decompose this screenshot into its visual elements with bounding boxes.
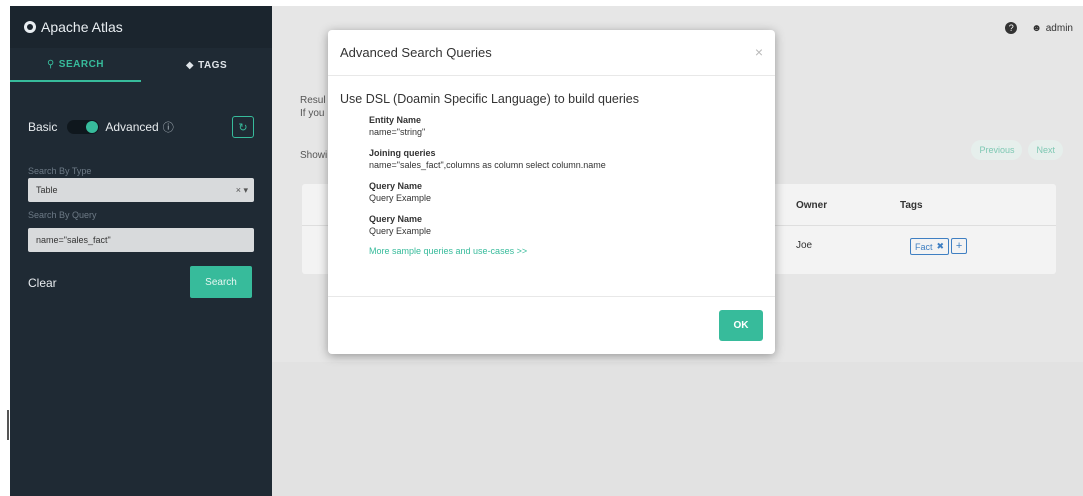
search-by-query-value: name="sales_fact" (36, 235, 111, 245)
user-icon: ☻ (1031, 22, 1042, 34)
tags-column-header[interactable]: Tags (900, 200, 923, 211)
add-tag-icon[interactable]: + (951, 238, 968, 254)
basic-label: Basic (28, 120, 58, 134)
previous-button[interactable]: Previous (971, 140, 1023, 160)
help-icon[interactable]: ? (1005, 22, 1018, 34)
remove-tag-icon[interactable]: ✖ (937, 241, 945, 252)
atlas-logo-icon (24, 21, 36, 33)
brand[interactable]: Apache Atlas (10, 6, 272, 48)
sidebar: Apache Atlas ⚲ SEARCH ◆ TAGS Basic Advan… (10, 6, 272, 496)
owner-cell: Joe (796, 240, 813, 251)
modal-title: Advanced Search Queries (340, 45, 492, 60)
query-entry: Joining queries name="sales_fact",column… (369, 147, 763, 171)
empty-content-area (272, 362, 1083, 496)
search-by-type-select[interactable]: Table × ▾ (28, 178, 254, 202)
sidebar-tabs: ⚲ SEARCH ◆ TAGS (10, 48, 272, 82)
user-name: admin (1045, 22, 1073, 34)
query-entry-name: Query Name (369, 181, 423, 191)
tags-cell: Fact ✖ + (910, 238, 968, 255)
results-line-2: If you (300, 108, 325, 119)
select-clear-and-caret-icon[interactable]: × ▾ (236, 185, 248, 196)
modal-intro: Use DSL (Doamin Specific Language) to bu… (340, 92, 640, 106)
search-button[interactable]: Search (190, 266, 252, 298)
refresh-button[interactable]: ↻ (232, 116, 254, 138)
modal-footer: OK (328, 296, 775, 354)
tag-chip[interactable]: Fact ✖ (910, 238, 950, 255)
close-icon[interactable]: × (755, 44, 763, 60)
more-samples-link[interactable]: More sample queries and use-cases >> (369, 246, 763, 256)
tag-label: Fact (915, 241, 933, 252)
window-edge (0, 0, 10, 496)
query-entry: Entity Name name="string" (369, 114, 763, 138)
query-entry-value: name="string" (369, 127, 426, 137)
pager: Previous Next (965, 140, 1063, 160)
mode-switch[interactable] (67, 120, 100, 134)
query-entry-name: Entity Name (369, 115, 422, 125)
search-by-type-label: Search By Type (28, 166, 92, 176)
query-entry: Query Name Query Example (369, 213, 763, 237)
clear-link[interactable]: Clear (28, 276, 57, 290)
tab-search-label: SEARCH (58, 58, 105, 70)
query-entry-name: Joining queries (369, 148, 436, 158)
search-by-type-value: Table (36, 185, 58, 195)
results-text: Resul If you (300, 94, 326, 120)
query-entry: Query Name Query Example (369, 180, 763, 204)
advanced-label: Advanced (105, 120, 159, 134)
owner-column-header[interactable]: Owner (796, 200, 827, 211)
showing-text: Showi (300, 150, 328, 161)
app-title: Apache Atlas (41, 19, 123, 35)
tag-icon: ◆ (185, 59, 195, 71)
modal-header: Advanced Search Queries × (328, 30, 775, 76)
query-entry-value: name="sales_fact",columns as column sele… (369, 160, 606, 170)
query-entry-name: Query Name (369, 214, 423, 224)
results-line-1: Resul (300, 95, 326, 106)
refresh-icon: ↻ (238, 121, 248, 134)
search-by-query-input[interactable]: name="sales_fact" (28, 228, 254, 252)
tab-tags[interactable]: ◆ TAGS (141, 48, 272, 82)
search-by-query-label: Search By Query (28, 210, 97, 220)
next-button[interactable]: Next (1028, 140, 1063, 160)
advanced-search-modal: Advanced Search Queries × Use DSL (Doami… (328, 30, 775, 354)
help-circle-icon[interactable]: ⓘ (163, 119, 174, 135)
tab-tags-label: TAGS (198, 59, 228, 71)
modal-body: Use DSL (Doamin Specific Language) to bu… (328, 76, 775, 256)
tab-search[interactable]: ⚲ SEARCH (10, 48, 141, 82)
query-entry-value: Query Example (369, 226, 432, 236)
search-mode-toggle-row: Basic Advanced ⓘ ↻ (28, 116, 254, 138)
query-entry-value: Query Example (369, 193, 432, 203)
user-menu[interactable]: ☻ admin (1031, 23, 1073, 34)
search-icon: ⚲ (46, 58, 55, 70)
app-frame: Apache Atlas ⚲ SEARCH ◆ TAGS Basic Advan… (10, 6, 1083, 496)
ok-button[interactable]: OK (719, 310, 763, 341)
